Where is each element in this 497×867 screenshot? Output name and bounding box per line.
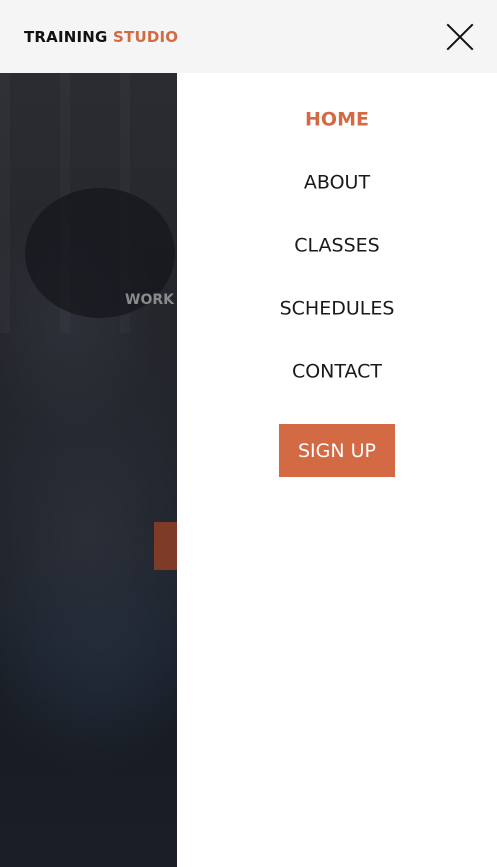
nav-item-label: ABOUT bbox=[303, 171, 371, 194]
logo-accent-text: STUDIO bbox=[113, 27, 179, 46]
nav-list: HOME ABOUT CLASSES SCHEDULES CONTACT bbox=[177, 110, 497, 435]
nav-item-label: CLASSES bbox=[294, 234, 380, 257]
mobile-nav-menu: HOME ABOUT CLASSES SCHEDULES CONTACT SIG… bbox=[177, 73, 497, 867]
close-menu-button[interactable] bbox=[445, 22, 475, 52]
nav-item-label: HOME bbox=[305, 108, 369, 131]
nav-item-label: CONTACT bbox=[291, 360, 383, 383]
site-logo[interactable]: TRAINING STUDIO bbox=[24, 28, 178, 46]
site-header: TRAINING STUDIO bbox=[0, 0, 497, 73]
hero-subtitle: WORK bbox=[125, 292, 174, 308]
nav-item-label: SCHEDULES bbox=[279, 297, 395, 320]
signup-button[interactable]: SIGN UP bbox=[279, 424, 395, 477]
logo-primary-text: TRAINING bbox=[24, 27, 108, 46]
